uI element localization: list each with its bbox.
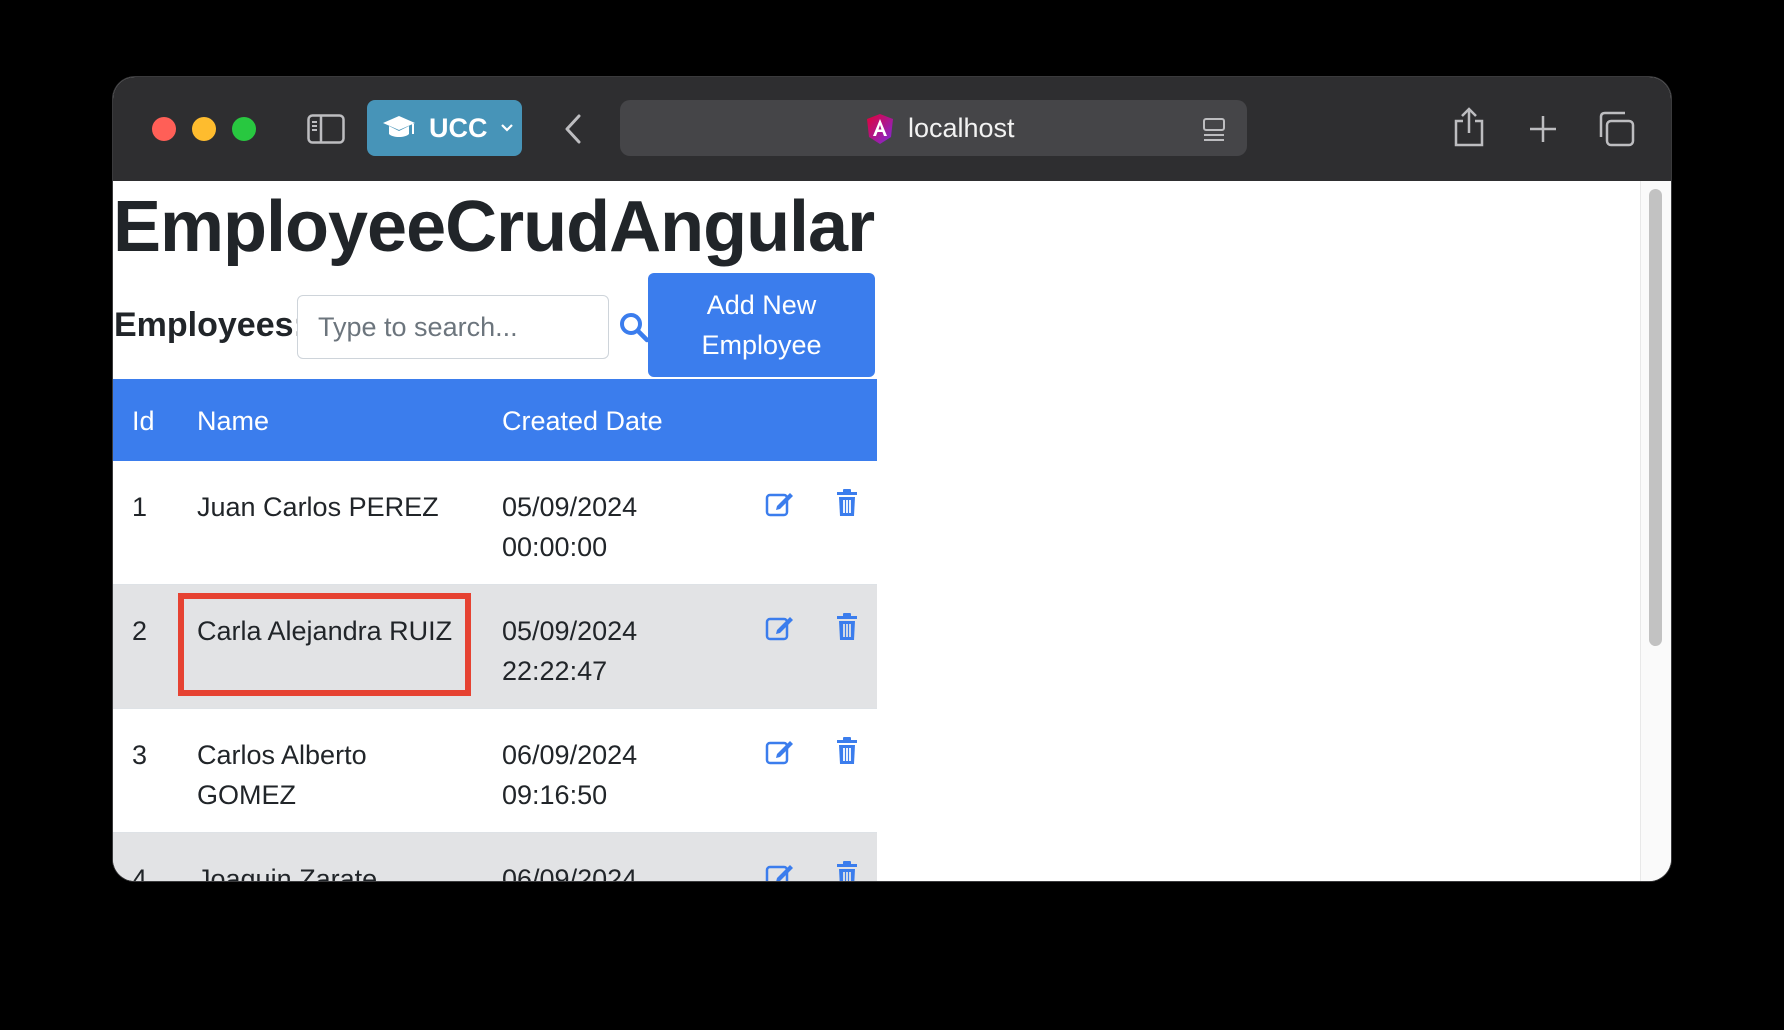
graduation-cap-icon: [381, 113, 417, 143]
search-icon[interactable]: [618, 311, 650, 343]
cell-created-date: 06/09/2024: [502, 864, 638, 881]
cell-id: 1: [132, 492, 148, 522]
zoom-window-button[interactable]: [232, 117, 256, 141]
search-input[interactable]: [297, 295, 609, 359]
profile-name: UCC: [429, 112, 488, 143]
minimize-window-button[interactable]: [192, 117, 216, 141]
close-window-button[interactable]: [152, 117, 176, 141]
employees-table: Id Name Created Date 1 Juan Carlos PEREZ…: [113, 379, 877, 881]
profile-switcher-button[interactable]: UCC: [367, 100, 522, 156]
edit-icon[interactable]: [765, 737, 795, 765]
trash-icon[interactable]: [836, 613, 858, 641]
edit-icon[interactable]: [765, 613, 795, 641]
table-row: 4 Joaquin Zarate 06/09/2024: [113, 833, 877, 881]
sidebar-toggle-button[interactable]: [306, 111, 346, 147]
cell-name: Carlos Alberto GOMEZ: [197, 740, 367, 810]
trash-icon[interactable]: [836, 737, 858, 765]
cell-created-date: 05/09/2024 00:00:00: [502, 492, 638, 562]
table-row: 2 Carla Alejandra RUIZ 05/09/2024 22:22:…: [113, 585, 877, 709]
trash-icon[interactable]: [836, 861, 858, 881]
browser-titlebar: UCC localhost: [113, 77, 1671, 182]
cell-created-date: 05/09/2024 22:22:47: [502, 616, 638, 686]
table-header: Id Name Created Date: [113, 379, 877, 461]
sidebar-icon: [307, 114, 345, 144]
edit-icon[interactable]: [765, 489, 795, 517]
tab-overview-button[interactable]: [1595, 109, 1637, 149]
edit-icon[interactable]: [765, 861, 795, 881]
cell-id: 3: [132, 740, 148, 770]
plus-icon: [1530, 116, 1556, 142]
cell-id: 2: [132, 616, 148, 646]
scrollbar-thumb[interactable]: [1649, 189, 1662, 646]
header-created-date: Created Date: [502, 406, 663, 436]
header-id: Id: [132, 406, 155, 436]
angular-favicon-icon: [867, 114, 893, 144]
share-icon: [1454, 107, 1484, 147]
table-row: 1 Juan Carlos PEREZ 05/09/2024 00:00:00: [113, 461, 877, 585]
cell-created-date: 06/09/2024 09:16:50: [502, 740, 638, 810]
vertical-scrollbar[interactable]: [1640, 181, 1671, 881]
cell-name: Joaquin Zarate: [197, 864, 378, 881]
url-text: localhost: [908, 113, 1015, 143]
new-tab-button[interactable]: [1523, 109, 1563, 149]
page-title: EmployeeCrudAngular: [113, 187, 875, 267]
header-name: Name: [197, 406, 270, 436]
page-content: EmployeeCrudAngular Employees: Add New E…: [113, 181, 1671, 881]
browser-window: UCC localhost EmployeeCrudAngular Employ…: [113, 77, 1671, 881]
address-bar[interactable]: localhost: [620, 100, 1247, 156]
tabs-overview-icon: [1599, 111, 1635, 147]
cell-name: Juan Carlos PEREZ: [197, 492, 439, 522]
table-row: 3 Carlos Alberto GOMEZ 06/09/2024 09:16:…: [113, 709, 877, 833]
cell-id: 4: [132, 864, 148, 881]
add-employee-button[interactable]: Add New Employee: [648, 273, 875, 377]
cell-name: Carla Alejandra RUIZ: [197, 616, 453, 646]
trash-icon[interactable]: [836, 489, 858, 517]
reader-icon[interactable]: [1200, 116, 1228, 144]
share-button[interactable]: [1449, 105, 1489, 149]
employees-label: Employees:: [114, 306, 305, 344]
back-button[interactable]: [553, 109, 593, 149]
back-arrow-icon: [565, 114, 581, 144]
chevron-down-icon: [500, 123, 514, 133]
